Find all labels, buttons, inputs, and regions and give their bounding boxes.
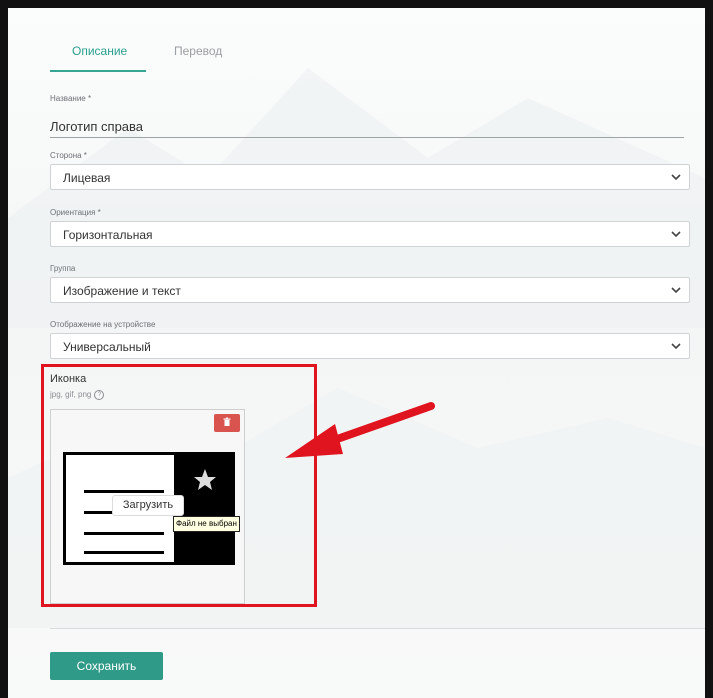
side-select-value: Лицевая bbox=[63, 171, 111, 185]
chevron-down-icon bbox=[671, 231, 681, 238]
page-frame: Описание Перевод Название * Сторона * Ли… bbox=[8, 8, 705, 698]
annotation-arrow-icon bbox=[285, 402, 435, 458]
name-input[interactable] bbox=[50, 115, 684, 138]
active-tab-indicator bbox=[50, 70, 146, 72]
orientation-select[interactable]: Горизонтальная bbox=[50, 221, 690, 247]
orientation-label: Ориентация * bbox=[50, 208, 101, 217]
display-select-value: Универсальный bbox=[63, 340, 151, 354]
side-label: Сторона * bbox=[50, 151, 87, 160]
chevron-down-icon bbox=[671, 174, 681, 181]
display-select[interactable]: Универсальный bbox=[50, 333, 690, 359]
group-select[interactable]: Изображение и текст bbox=[50, 277, 690, 303]
annotation-highlight-box bbox=[41, 364, 317, 607]
chevron-down-icon bbox=[671, 287, 681, 294]
group-select-value: Изображение и текст bbox=[63, 284, 181, 298]
save-button[interactable]: Сохранить bbox=[50, 652, 163, 680]
form-divider bbox=[50, 628, 705, 629]
group-label: Группа bbox=[50, 264, 76, 273]
chevron-down-icon bbox=[671, 343, 681, 350]
side-select[interactable]: Лицевая bbox=[50, 164, 690, 190]
tab-description[interactable]: Описание bbox=[72, 44, 127, 58]
display-label: Отображение на устройстве bbox=[50, 320, 156, 329]
name-label: Название * bbox=[50, 94, 92, 103]
orientation-select-value: Горизонтальная bbox=[63, 228, 153, 242]
tab-translation[interactable]: Перевод bbox=[174, 44, 222, 58]
